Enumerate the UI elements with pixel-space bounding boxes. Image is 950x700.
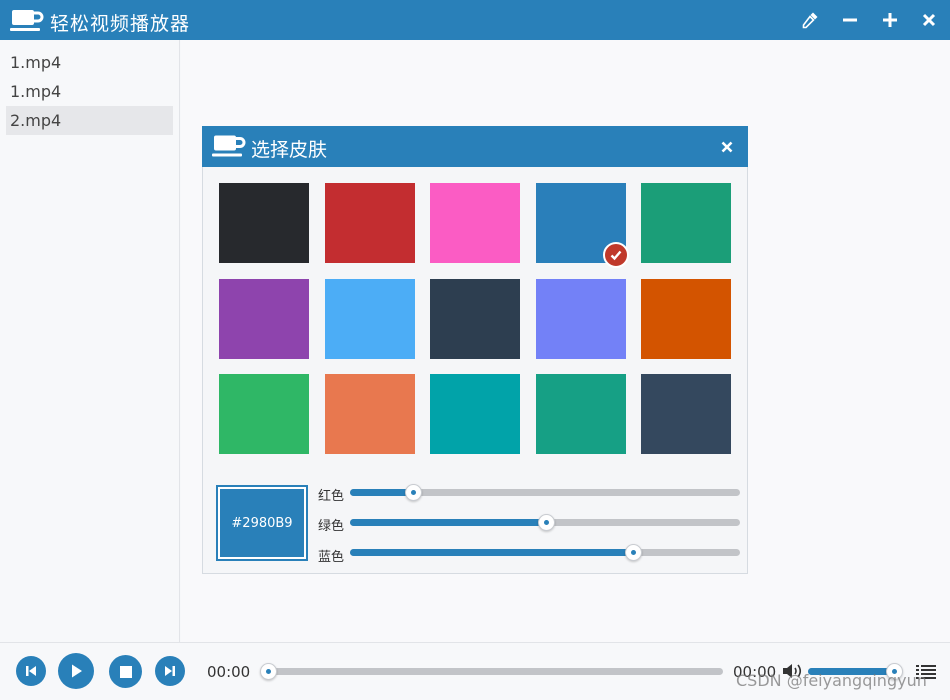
skin-swatch[interactable] <box>219 278 309 359</box>
playlist-item-selected[interactable]: 2.mp4 <box>6 106 173 135</box>
seek-bar[interactable] <box>260 663 723 680</box>
blue-slider-handle[interactable] <box>624 544 642 561</box>
plus-icon <box>883 13 897 27</box>
seek-bar-handle[interactable] <box>260 663 277 680</box>
red-slider[interactable] <box>350 484 740 501</box>
skin-swatch[interactable] <box>535 278 626 359</box>
skin-swatch[interactable] <box>430 183 520 263</box>
playlist-item[interactable]: 1.mp4 <box>6 77 173 106</box>
skin-swatch[interactable] <box>430 278 520 359</box>
skin-swatch[interactable] <box>535 374 626 454</box>
maximize-button[interactable] <box>877 7 903 33</box>
color-preview: #2980B9 <box>216 485 308 561</box>
coffee-cup-icon <box>10 10 44 31</box>
eyedropper-icon <box>802 12 818 29</box>
control-bar: 00:00 00:00 CSDN @feiyangqingyun <box>0 642 950 700</box>
green-slider-fill <box>350 519 546 526</box>
red-slider-fill <box>350 489 413 496</box>
close-button[interactable] <box>916 7 942 33</box>
watermark-text: CSDN @feiyangqingyun <box>736 671 927 690</box>
stop-icon <box>119 665 132 678</box>
play-icon <box>72 664 82 678</box>
color-preview-hex: #2980B9 <box>220 489 304 557</box>
slider-label-red: 红色 <box>318 489 345 504</box>
skin-swatch[interactable] <box>641 278 731 359</box>
minus-icon <box>843 18 857 22</box>
eyedropper-button[interactable] <box>797 7 823 33</box>
skin-swatch[interactable] <box>641 374 731 454</box>
stop-button[interactable] <box>109 655 142 688</box>
title-bar: 轻松视频播放器 <box>0 0 950 40</box>
skin-swatch[interactable] <box>324 278 415 359</box>
slider-label-green: 绿色 <box>318 519 345 534</box>
red-slider-handle[interactable] <box>404 484 422 501</box>
skin-swatch[interactable] <box>430 374 520 454</box>
skin-swatch[interactable] <box>219 374 309 454</box>
check-icon <box>602 242 629 268</box>
green-slider[interactable] <box>350 514 740 531</box>
playlist-item[interactable]: 1.mp4 <box>6 48 173 77</box>
dialog-close-button[interactable] <box>716 136 738 158</box>
next-icon <box>165 666 175 676</box>
skin-swatch[interactable] <box>324 183 415 263</box>
coffee-cup-icon <box>212 135 246 157</box>
green-slider-handle[interactable] <box>537 514 555 531</box>
blue-slider-fill <box>350 549 633 556</box>
next-button[interactable] <box>155 656 185 686</box>
slider-label-blue: 蓝色 <box>318 550 345 565</box>
close-icon <box>721 141 733 153</box>
skin-swatch[interactable] <box>324 374 415 454</box>
dialog-title: 选择皮肤 <box>251 139 328 161</box>
current-time: 00:00 <box>207 663 251 681</box>
previous-icon <box>26 666 36 676</box>
skin-swatch[interactable] <box>219 183 309 263</box>
app-title: 轻松视频播放器 <box>50 13 191 35</box>
skin-swatch-selected[interactable] <box>535 183 629 268</box>
skin-swatch[interactable] <box>641 183 731 263</box>
dialog-header: 选择皮肤 <box>202 126 748 167</box>
play-button[interactable] <box>58 653 94 689</box>
close-icon <box>922 13 936 27</box>
minimize-button[interactable] <box>837 7 863 33</box>
blue-slider[interactable] <box>350 544 740 561</box>
playlist-sidebar: 1.mp4 1.mp4 2.mp4 <box>0 40 180 642</box>
skin-dialog: 选择皮肤 #2980B9 红色 绿色 蓝色 <box>202 126 748 574</box>
previous-button[interactable] <box>16 656 46 686</box>
